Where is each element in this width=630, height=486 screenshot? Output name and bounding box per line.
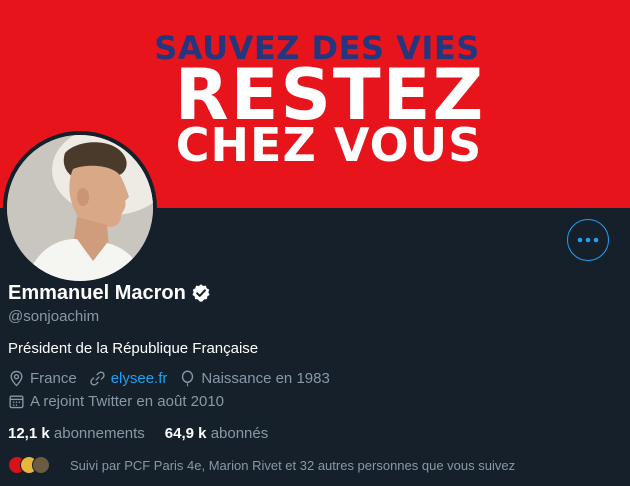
birth-text: Naissance en 1983 [201,370,330,387]
profile-meta-row: France elysee.fr Naissance en 1983 [8,370,342,387]
profile-birth: Naissance en 1983 [179,370,330,387]
following-stat[interactable]: 12,1 k abonnements [8,425,145,442]
display-name: Emmanuel Macron [8,282,186,304]
profile-website[interactable]: elysee.fr [89,370,168,387]
link-icon [90,371,105,386]
following-count: 12,1 k [8,425,50,442]
profile-handle: @sonjoachim [8,308,100,325]
balloon-icon [182,370,194,387]
location-text: France [30,370,77,387]
followers-stat[interactable]: 64,9 k abonnés [165,425,268,442]
follow-stats: 12,1 k abonnements 64,9 k abonnés [8,425,288,442]
profile-location: France [8,370,77,387]
following-label: abonnements [53,425,145,442]
profile-bio: Président de la République Française [8,340,259,357]
calendar-icon [9,395,24,409]
followed-by-text: Suivi par PCF Paris 4e, Marion Rivet et … [70,457,516,473]
followed-by-avatars [8,456,50,474]
followers-count: 64,9 k [164,425,207,442]
more-options-button[interactable] [567,219,609,261]
profile-join-row: A rejoint Twitter en août 2010 [8,393,236,410]
joined-text: A rejoint Twitter en août 2010 [30,393,225,410]
profile-name-row: Emmanuel Macron [8,282,211,304]
verified-badge-icon [192,284,210,302]
more-icon [577,237,599,243]
followed-by-row[interactable]: Suivi par PCF Paris 4e, Marion Rivet et … [8,456,515,474]
avatar-portrait [7,135,153,281]
website-link[interactable]: elysee.fr [111,370,168,387]
followers-label: abonnés [210,425,269,442]
profile-joined: A rejoint Twitter en août 2010 [8,393,224,410]
profile-avatar[interactable] [3,131,157,285]
mini-avatar [32,456,50,474]
location-icon [10,370,23,387]
